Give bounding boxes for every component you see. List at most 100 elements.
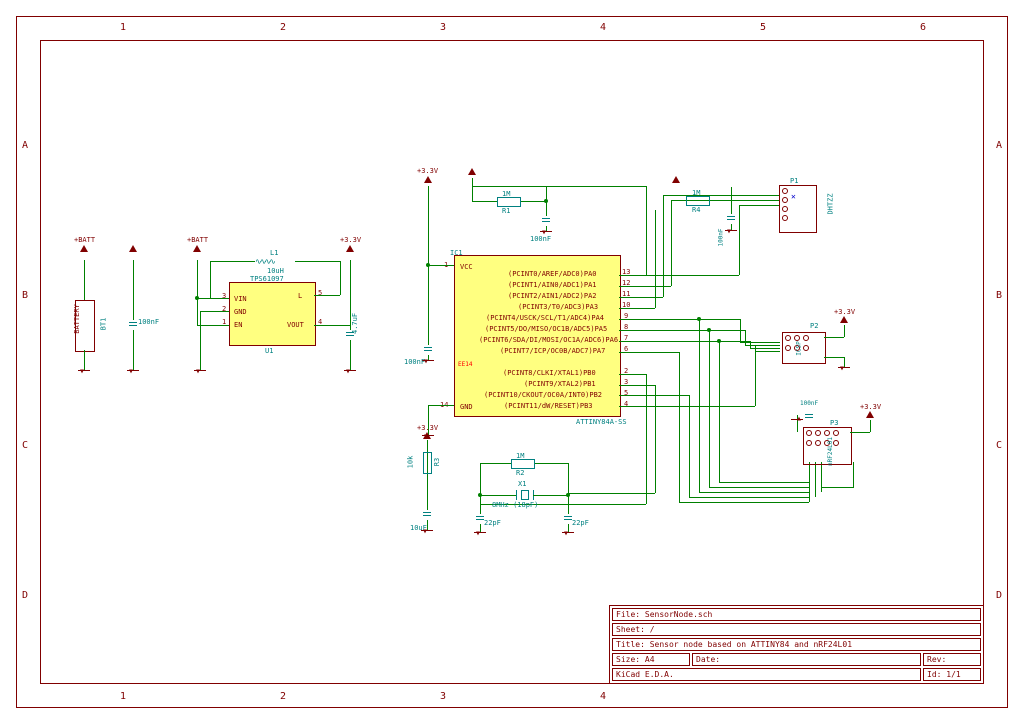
connector-p2 (782, 332, 826, 364)
p2-lbl: ICSP (796, 341, 803, 355)
r2-lbl: R2 (516, 469, 524, 477)
res-r2 (511, 459, 535, 469)
v33-arrow (468, 168, 476, 175)
tb-tool: KiCad E.D.A. (612, 668, 921, 681)
wire (646, 186, 647, 275)
wire (679, 502, 809, 503)
wire (619, 330, 745, 331)
mark-c2: C (996, 440, 1002, 451)
gnd-icon (194, 370, 206, 380)
p3-lbl: nRF24L01 (827, 437, 834, 466)
wire (472, 201, 497, 202)
ic-vcc: VCC (460, 263, 473, 271)
wire (84, 260, 85, 300)
wire (472, 186, 473, 201)
wire (521, 201, 546, 202)
wire (210, 261, 211, 298)
junction (717, 339, 721, 343)
r4-lbl: R4 (692, 206, 700, 214)
nc-x: ✕ (791, 192, 796, 201)
wire (133, 330, 134, 370)
mark-a: A (22, 140, 28, 151)
wire (546, 186, 646, 187)
ic-gnd: GND (460, 403, 473, 411)
gnd-icon (725, 230, 737, 240)
wire (671, 200, 672, 286)
v33-arrow (346, 245, 354, 252)
c4-val: 22pF (572, 519, 589, 527)
wire (568, 463, 569, 493)
wire (472, 178, 473, 186)
wire (197, 325, 229, 326)
tb-date: Date: (692, 653, 921, 666)
tb-rev: Rev: (923, 653, 981, 666)
v33-label: +3.3V (340, 236, 361, 244)
tb-size: Size: A4 (612, 653, 690, 666)
pa0: (PCINT0/AREF/ADC0)PA0 (508, 270, 597, 278)
wire (619, 385, 655, 386)
mark-2b: 2 (280, 691, 286, 702)
mark-b: B (22, 290, 28, 301)
wire (535, 463, 568, 464)
wire (619, 374, 646, 375)
wire (719, 341, 720, 482)
mark-d2: D (996, 590, 1002, 601)
wire (619, 297, 663, 298)
u1-name: TPS61097 (250, 275, 284, 283)
wire (739, 205, 740, 275)
wire (740, 342, 780, 343)
pb3: (PCINT11/dW/RESET)PB3 (504, 402, 593, 410)
res-r4 (686, 196, 710, 206)
u1-en: EN (234, 321, 242, 329)
ic-part: ATTINY84A-SS (576, 418, 627, 426)
u1-l: L (298, 292, 302, 300)
r1-ref: R1 (502, 207, 510, 215)
wire (428, 265, 454, 266)
wire (619, 319, 740, 320)
mark-3b: 3 (440, 691, 446, 702)
connector-p1 (779, 185, 817, 233)
c5-val: 100nF (138, 318, 159, 326)
wire (821, 487, 853, 488)
res-r1 (497, 197, 521, 207)
cap-c5 (129, 318, 137, 330)
c3-val: 22pF (484, 519, 501, 527)
res-r3 (423, 452, 432, 474)
wire (844, 325, 845, 337)
vbat-label: +BATT (74, 236, 95, 244)
wire (619, 308, 655, 309)
gnd-icon (838, 367, 850, 377)
mark-1b: 1 (120, 691, 126, 702)
v33: +3.3V (417, 424, 438, 432)
wire (755, 345, 756, 406)
x1-val: 8MHz (18pF) (492, 501, 538, 509)
wire (824, 337, 844, 338)
mark-2: 2 (280, 22, 286, 33)
schematic-sheet: A B C D A B C D 1 2 3 4 5 6 1 2 3 4 BATT… (0, 0, 1024, 724)
wire (739, 205, 779, 206)
r4-val: 1M (692, 189, 700, 197)
wire (815, 462, 816, 497)
mark-3: 3 (440, 22, 446, 33)
wire (314, 325, 350, 326)
v33: +3.3V (834, 308, 855, 316)
pa3: (PCINT3/T0/ADC3)PA3 (518, 303, 598, 311)
mark-b2: B (996, 290, 1002, 301)
wire (809, 462, 810, 502)
wire (699, 319, 700, 492)
wire (533, 495, 568, 496)
wire (689, 395, 690, 497)
arrow (840, 316, 848, 323)
r1-val: 1M (502, 190, 510, 198)
wire (745, 345, 780, 346)
wire (428, 405, 454, 406)
wire (824, 357, 844, 358)
arrow (866, 411, 874, 418)
pb2: (PCINT10/CKOUT/OC0A/INT0)PB2 (484, 391, 602, 399)
vbat-arrow (129, 245, 137, 252)
junction (544, 199, 548, 203)
wire (480, 463, 481, 504)
wire (709, 487, 809, 488)
pa2: (PCINT2/AIN1/ADC2)PA2 (508, 292, 597, 300)
u1-ref: U1 (265, 347, 273, 355)
